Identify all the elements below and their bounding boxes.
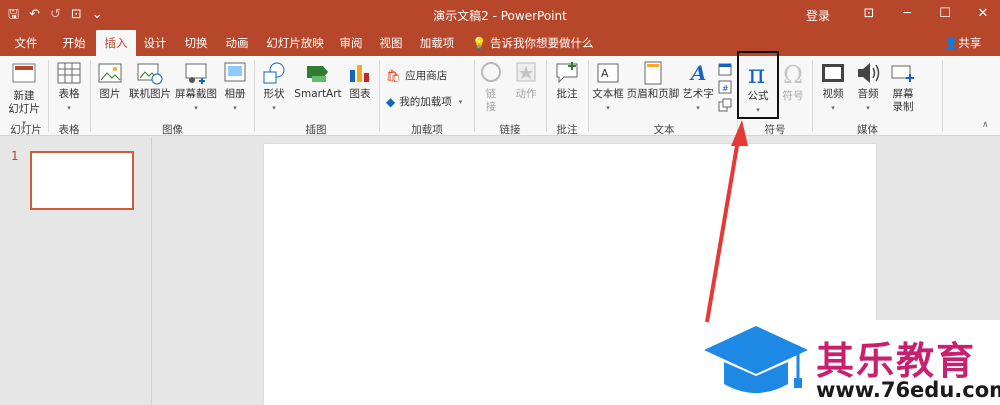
window-controls: ⊡ ─ ☐ ✕: [850, 4, 1000, 24]
textbox-icon: A: [597, 63, 619, 83]
comment-icon: [556, 62, 578, 84]
date-time-icon: [718, 63, 732, 76]
slide-thumbnails-pane: 1: [0, 137, 152, 405]
symbol-button[interactable]: Ω 符号: [778, 60, 808, 103]
tab-transitions[interactable]: 切换: [178, 30, 214, 56]
svg-text:#: #: [722, 84, 729, 93]
tell-me-box[interactable]: 💡 告诉我你想要做什么: [472, 30, 593, 56]
audio-button[interactable]: 音频 ▾: [852, 60, 884, 115]
wordart-button[interactable]: A 艺术字 ▾: [682, 60, 714, 115]
table-icon: [57, 62, 81, 84]
new-slide-icon: [12, 63, 36, 83]
screenshot-icon: [185, 63, 207, 84]
chart-button[interactable]: 图表: [346, 60, 374, 101]
video-icon: [822, 64, 844, 82]
group-label-tables: 表格: [58, 124, 80, 136]
group-label-illustrations: 插图: [305, 124, 327, 136]
smartart-icon: [307, 66, 328, 82]
login-link[interactable]: 登录: [806, 7, 830, 24]
tab-view[interactable]: 视图: [374, 30, 408, 56]
minimize-icon[interactable]: ─: [888, 4, 926, 24]
store-icon: 🛍: [386, 68, 402, 83]
slide-number-button[interactable]: #: [716, 80, 734, 98]
online-picture-button[interactable]: 联机图片: [127, 60, 173, 101]
title-bar: 🖫 ↶ ↺ ⊡ ⌄ 演示文稿2 - PowerPoint 登录 ⊡ ─ ☐ ✕: [0, 0, 1000, 30]
tab-home[interactable]: 开始: [52, 30, 96, 56]
tab-review[interactable]: 审阅: [334, 30, 368, 56]
picture-button[interactable]: 图片: [95, 60, 125, 101]
wordart-icon: A: [689, 61, 707, 85]
comment-button[interactable]: 批注: [552, 60, 582, 101]
header-footer-button[interactable]: 页眉和页脚: [626, 60, 680, 101]
screen-recording-button[interactable]: 屏幕 录制: [888, 60, 918, 114]
link-button[interactable]: 链 接: [478, 60, 504, 114]
tab-design[interactable]: 设计: [138, 30, 172, 56]
date-time-button[interactable]: [716, 62, 734, 80]
video-button[interactable]: 视频 ▾: [817, 60, 849, 115]
link-icon: [481, 62, 501, 82]
svg-text:A: A: [689, 61, 707, 85]
group-label-symbols: 符号: [764, 124, 786, 136]
photo-album-icon: [224, 62, 246, 82]
group-label-addins: 加载项: [411, 124, 443, 136]
slide-number-icon: #: [718, 80, 732, 94]
group-label-images: 图像: [162, 124, 183, 136]
tab-addins[interactable]: 加载项: [414, 30, 460, 56]
header-footer-icon: [644, 61, 662, 85]
svg-text:Ω: Ω: [783, 61, 803, 88]
action-button[interactable]: 动作: [510, 60, 542, 101]
equation-highlight-box: [737, 51, 779, 119]
smartart-button[interactable]: SmartArt: [292, 60, 344, 101]
textbox-button[interactable]: A 文本框 ▾: [592, 60, 624, 115]
ribbon-display-options-icon[interactable]: ⊡: [850, 4, 888, 24]
object-button[interactable]: [716, 98, 734, 116]
group-label-links: 链接: [499, 124, 521, 136]
group-label-comments: 批注: [556, 124, 578, 136]
person-icon: 👤: [944, 36, 959, 50]
shapes-icon: [263, 62, 285, 84]
group-label-media: 媒体: [857, 124, 878, 136]
maximize-icon[interactable]: ☐: [926, 4, 964, 24]
tab-slideshow[interactable]: 幻灯片放映: [262, 30, 328, 56]
ribbon-tabs: 文件 开始 插入 设计 切换 动画 幻灯片放映 审阅 视图 加载项 💡 告诉我你…: [0, 30, 1000, 56]
shapes-button[interactable]: 形状 ▾: [258, 60, 290, 115]
collapse-ribbon-icon[interactable]: ∧: [982, 120, 989, 130]
slide-thumbnail[interactable]: [30, 151, 134, 210]
tab-animations[interactable]: 动画: [220, 30, 254, 56]
picture-icon: [98, 63, 122, 83]
action-icon: [516, 62, 536, 82]
share-button[interactable]: 👤共享: [944, 30, 981, 56]
lightbulb-icon: 💡: [472, 36, 487, 50]
group-label-text: 文本: [653, 124, 675, 136]
chart-icon: [350, 65, 369, 82]
watermark-name: 其乐教育: [816, 339, 977, 383]
table-button[interactable]: 表格 ▾: [52, 60, 86, 115]
my-addins-button[interactable]: ◆ 我的加载项 ▾: [386, 94, 462, 109]
svg-text:A: A: [601, 67, 609, 80]
group-label-slides: 幻灯片: [10, 124, 42, 136]
close-icon[interactable]: ✕: [964, 4, 1000, 24]
object-icon: [718, 98, 732, 112]
tab-insert[interactable]: 插入: [96, 30, 136, 56]
watermark-url: www.76edu.com: [816, 378, 1000, 402]
omega-icon: Ω: [783, 61, 803, 88]
slide-number: 1: [11, 149, 19, 163]
addins-icon: ◆: [386, 94, 396, 109]
photo-album-button[interactable]: 相册 ▾: [220, 60, 250, 115]
ribbon-insert: 新建 幻灯片 ▾ 表格 ▾ 图片 联机图片 屏幕截图 ▾ 相册 ▾ 图像 幻灯片 表格 …: [0, 56, 1000, 136]
screenshot-button[interactable]: 屏幕截图 ▾: [173, 60, 219, 115]
tab-file[interactable]: 文件: [4, 30, 48, 56]
graduation-cap-icon: [704, 326, 808, 393]
screen-recording-icon: [891, 65, 914, 82]
store-button[interactable]: 🛍 应用商店: [386, 68, 447, 83]
speaker-icon: [858, 63, 880, 83]
online-picture-icon: [137, 63, 163, 85]
new-slide-button[interactable]: 新建 幻灯片 ▾: [4, 60, 44, 130]
